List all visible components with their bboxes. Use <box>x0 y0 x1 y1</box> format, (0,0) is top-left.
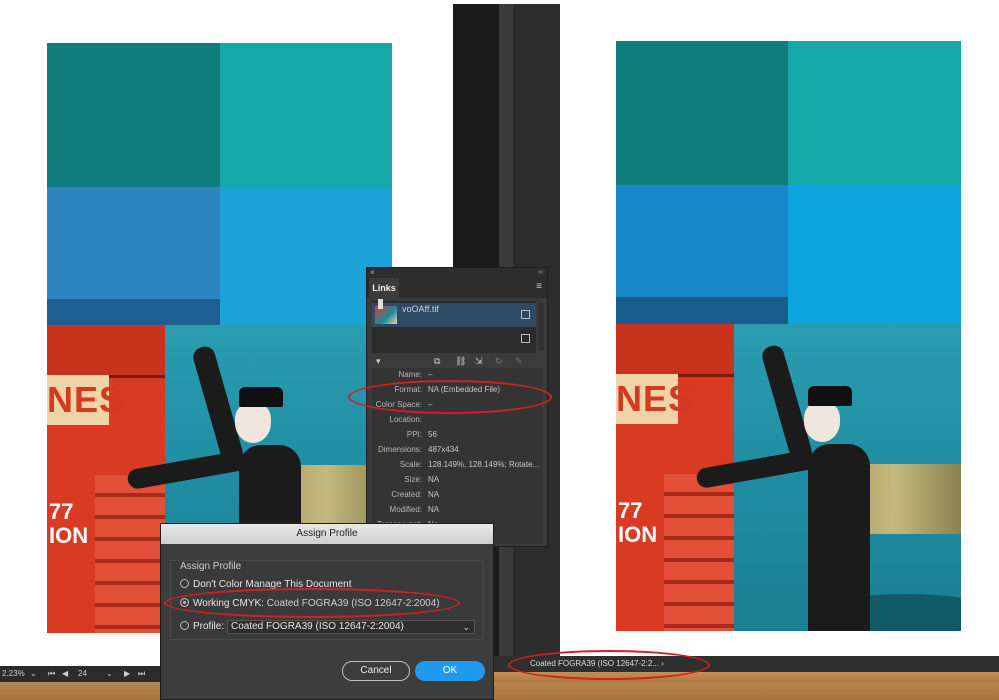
annotation-color-space <box>348 380 552 414</box>
link-file-name[interactable]: voOAff.tif <box>402 304 439 314</box>
swatch-teal-dark-right <box>616 41 788 185</box>
bus-number-right: 77 ION <box>618 498 658 547</box>
radio-dont-color-manage[interactable] <box>180 578 189 588</box>
bus-sign-right: NES <box>616 374 692 424</box>
links-toolbar: ▾ ⧉ ⛓ ⇲ ↻ ✎ <box>367 354 547 368</box>
info-value: NA <box>428 505 440 514</box>
next-page-icon[interactable]: ▶ <box>124 666 130 682</box>
profile-label: Profile: <box>193 621 225 632</box>
prev-page-icon[interactable]: ◀ <box>62 666 68 682</box>
chevron-down-icon: ⌄ <box>462 622 470 632</box>
zoom-dropdown-icon[interactable]: ⌄ <box>30 666 37 682</box>
edit-original-icon[interactable]: ✎ <box>515 354 523 368</box>
dialog-title: Assign Profile <box>161 524 493 544</box>
info-value: 487x434 <box>428 445 459 454</box>
show-info-toggle-icon[interactable]: ▾ <box>376 354 381 368</box>
swatch-blue-right <box>616 185 788 297</box>
info-label: Modified: <box>389 505 422 514</box>
relink-cc-icon[interactable]: ⧉ <box>434 354 440 368</box>
info-label: PPI: <box>406 430 422 439</box>
info-label: Location: <box>389 415 422 424</box>
panel-menu-icon[interactable]: ≡ <box>536 280 542 294</box>
info-label: Size: <box>404 475 422 484</box>
swatch-teal-light-right <box>788 41 961 185</box>
placed-image-right[interactable]: NES 77 ION <box>616 324 961 631</box>
swatch-navy-left <box>47 299 220 325</box>
swatch-blue-left <box>47 187 220 299</box>
profile-dropdown-value: Coated FOGRA39 (ISO 12647-2:2004) <box>231 621 404 632</box>
embedded-icon <box>521 310 530 319</box>
info-label: Created: <box>391 490 422 499</box>
info-value: NA <box>428 475 440 484</box>
desktop-background <box>0 682 999 700</box>
collapse-panel-icon[interactable]: ‹‹ <box>538 268 543 278</box>
annotation-document-profile <box>508 650 710 680</box>
info-value: 128.149%, 128.149%; Rotate... <box>428 460 540 469</box>
update-link-icon[interactable]: ↻ <box>495 354 503 368</box>
swatch-navy-right <box>616 297 788 324</box>
file-icon <box>378 299 383 309</box>
radio-profile[interactable] <box>180 620 189 630</box>
page-number[interactable]: 24 <box>78 666 87 682</box>
document-status-bar: 2.23% ⌄ ⏮ ◀ 24 ⌄ ▶ ⏭ <box>0 666 160 682</box>
group-title: Assign Profile <box>180 561 242 572</box>
last-page-icon[interactable]: ⏭ <box>138 666 145 682</box>
embedded-icon-2 <box>521 334 530 343</box>
bus-sign: NES <box>47 375 123 425</box>
info-value: 56 <box>428 430 437 439</box>
profile-dropdown[interactable]: Coated FOGRA39 (ISO 12647-2:2004) ⌄ <box>227 620 475 634</box>
tab-links[interactable]: Links <box>369 278 399 298</box>
cancel-button[interactable]: Cancel <box>342 661 410 681</box>
profile-option[interactable]: Profile: <box>180 620 224 634</box>
link-row-selected[interactable] <box>372 303 536 327</box>
go-to-link-icon[interactable]: ⇲ <box>475 354 483 368</box>
close-panel-icon[interactable]: × <box>370 268 375 278</box>
zoom-level[interactable]: 2.23% <box>2 666 25 682</box>
bus-number: 77 ION <box>49 499 89 548</box>
swatch-teal-light-left <box>220 43 392 187</box>
info-value: NA <box>428 490 440 499</box>
ok-button[interactable]: OK <box>415 661 485 681</box>
info-label: Scale: <box>399 460 422 469</box>
info-label: Dimensions: <box>377 445 422 454</box>
right-artboard: NES 77 ION <box>560 0 999 655</box>
page-dropdown-icon[interactable]: ⌄ <box>106 666 113 682</box>
links-list <box>372 301 536 353</box>
first-page-icon[interactable]: ⏮ <box>48 666 55 682</box>
annotation-working-cmyk <box>164 588 460 618</box>
swatch-cyan-right <box>788 185 961 324</box>
relink-icon[interactable]: ⛓ <box>455 354 466 368</box>
swatch-teal-dark-left <box>47 43 220 187</box>
links-scrollbar[interactable] <box>538 303 544 351</box>
